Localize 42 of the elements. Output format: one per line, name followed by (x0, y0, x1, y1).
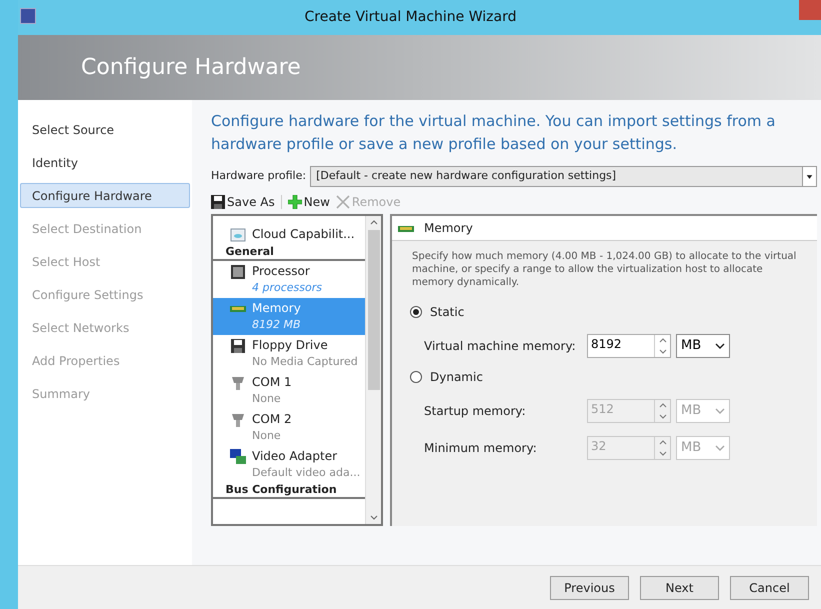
unit-dropdown[interactable]: MB (676, 334, 730, 358)
intro-text: Configure hardware for the virtual machine. You can import settings from a hardware profile or save a new profile based on your settings. (211, 111, 776, 155)
wizard-button[interactable]: Previous (550, 576, 629, 600)
number-field[interactable]: 8192 (587, 334, 671, 358)
memory-description: Specify how much memory (4.00 MB - 1,024.00 GB) to allocate to the virtual machine, or specify a range to allow the virtualization host to allocate memory dynamically. (411, 250, 798, 289)
field-label: Startup memory: (424, 403, 527, 420)
field-label: Minimum memory: (424, 440, 538, 457)
hardware-item[interactable]: Video Adapter Default video ada... (213, 446, 365, 483)
field-label: Hardware profile: (211, 168, 306, 184)
window-title: Create Virtual Machine Wizard (304, 8, 518, 27)
serial-port-icon (230, 412, 246, 428)
toolbar-button[interactable]: New (288, 193, 330, 211)
chip-icon (230, 264, 246, 280)
wizard-button[interactable]: Next (640, 576, 719, 600)
monitor-icon (230, 449, 246, 465)
hardware-item[interactable]: Cloud Capabilit... (213, 224, 365, 245)
chevron-down-icon (715, 343, 725, 349)
field-label: Virtual machine memory: (424, 338, 577, 355)
panel-title: Memory (424, 220, 473, 237)
sidebar-item[interactable]: Select Source (20, 117, 190, 142)
chevron-down-icon (715, 408, 725, 414)
toolbar-button[interactable]: Save As (211, 193, 275, 211)
plus-icon (288, 195, 302, 209)
hardware-item[interactable]: COM 2 None (213, 409, 365, 446)
wizard-button[interactable]: Cancel (730, 576, 809, 600)
sidebar-item[interactable]: Identity (20, 150, 190, 175)
radio-button[interactable] (410, 371, 422, 383)
chevron-down-icon (715, 445, 725, 451)
window-icon (20, 8, 36, 24)
hardware-item[interactable]: Processor 4 processors (213, 261, 365, 298)
serial-port-icon (230, 375, 246, 391)
sidebar-item[interactable]: Configure Hardware (20, 183, 190, 208)
hardware-profile-dropdown[interactable]: [Default - create new hardware configuration settings] (310, 166, 817, 187)
radio-button[interactable] (410, 306, 422, 318)
hardware-item[interactable]: COM 1 None (213, 372, 365, 409)
cloud-icon (230, 227, 246, 243)
hardware-item[interactable]: Floppy Drive No Media Captured (213, 335, 365, 372)
close-icon (336, 195, 350, 209)
scrollbar[interactable] (365, 216, 381, 524)
radio-label[interactable]: Static (430, 303, 464, 321)
page-heading: Configure Hardware (81, 54, 301, 82)
radio-label[interactable]: Dynamic (430, 368, 483, 386)
